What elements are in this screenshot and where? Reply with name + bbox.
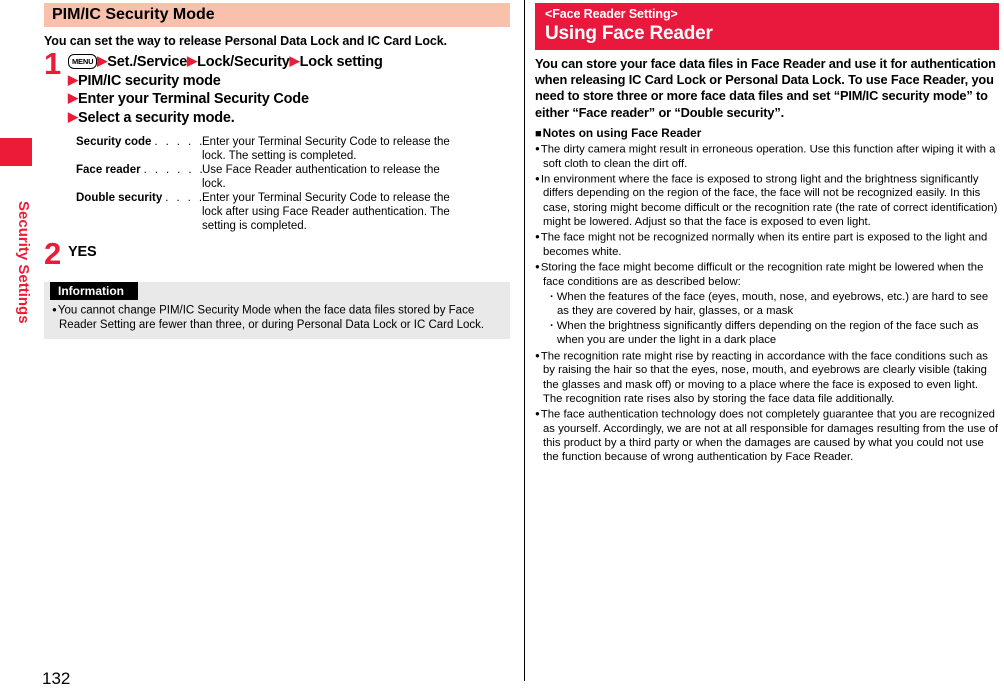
step-2-body: YES <box>68 243 510 262</box>
right-section-heading: Using Face Reader <box>545 23 713 44</box>
side-tab-color-block <box>0 138 32 166</box>
arrow-icon: ▶ <box>68 90 78 105</box>
step-1-item-3: Lock setting <box>299 54 383 70</box>
step-1-number: 1 <box>44 46 62 81</box>
note-item: The recognition rate might rise by react… <box>535 349 999 406</box>
step-2: 2 YES <box>44 238 510 269</box>
step-1-line-3: ▶Enter your Terminal Security Code <box>68 90 510 109</box>
step-1-item-6: Select a security mode. <box>78 109 235 126</box>
right-section-title-bar: <Face Reader Setting> Using Face Reader <box>535 3 999 50</box>
arrow-icon: ▶ <box>68 71 78 87</box>
definition-term: Face reader <box>76 164 141 176</box>
note-item: Storing the face might become difficult … <box>535 260 999 289</box>
filled-square-icon: ■ <box>535 127 542 140</box>
menu-key-icon[interactable]: MENU <box>68 53 98 69</box>
note-item: The face authentication technology does … <box>535 407 999 464</box>
notes-list: The dirty camera might result in erroneo… <box>535 142 999 464</box>
definition-description: Enter your Terminal Security Code to rel… <box>202 136 450 162</box>
note-sub-item: When the brightness significantly differ… <box>535 319 999 347</box>
security-mode-definition-list: Security code . . . . . Enter your Termi… <box>76 135 510 233</box>
definition-term: Security code <box>76 136 152 148</box>
page-number: 132 <box>42 669 71 688</box>
definition-face-reader: Face reader . . . . . . . Use Face Reade… <box>76 163 510 191</box>
right-section-intro-text: You can store your face data files in Fa… <box>535 56 996 120</box>
step-1-item-5: Enter your Terminal Security Code <box>78 91 309 107</box>
step-2-line-1: YES <box>68 244 97 260</box>
definition-description: Use Face Reader authentication to releas… <box>202 164 440 190</box>
arrow-icon: ▶ <box>289 53 300 68</box>
note-item: The face might not be recognized normall… <box>535 230 999 259</box>
step-1-item-1: Set./Service <box>107 54 188 70</box>
notes-heading: ■Notes on using Face Reader <box>535 126 999 141</box>
step-1-line-2: ▶PIM/IC security mode <box>68 72 510 91</box>
definition-term: Double security <box>76 192 163 204</box>
note-item: The dirty camera might result in erroneo… <box>535 142 999 171</box>
definition-description: Enter your Terminal Security Code to rel… <box>202 192 450 232</box>
right-column: <Face Reader Setting> Using Face Reader … <box>535 0 999 464</box>
information-item: You cannot change PIM/IC Security Mode w… <box>44 303 510 332</box>
side-tab: Security Settings <box>0 0 40 697</box>
side-tab-label: Security Settings <box>15 200 32 324</box>
information-box: Information You cannot change PIM/IC Sec… <box>44 282 510 339</box>
arrow-icon: ▶ <box>68 108 78 124</box>
definition-leader-dots: . . . . . . . <box>143 164 202 176</box>
notes-heading-label: Notes on using Face Reader <box>542 125 702 140</box>
note-sub-item: When the features of the face (eyes, mou… <box>535 290 999 318</box>
section-title-bar: PIM/IC Security Mode <box>44 3 510 27</box>
section-intro-text: You can set the way to release Personal … <box>44 34 447 48</box>
definition-leader-dots: . . . . <box>165 192 202 204</box>
section-title: PIM/IC Security Mode <box>52 6 215 23</box>
definition-leader-dots: . . . . . <box>154 136 202 148</box>
step-1-item-4: PIM/IC security mode <box>78 72 221 89</box>
column-divider <box>524 0 525 681</box>
note-item: In environment where the face is exposed… <box>535 172 999 229</box>
left-column: PIM/IC Security Mode You can set the way… <box>44 0 510 339</box>
information-tag: Information <box>50 282 138 300</box>
step-1-line-1: MENU ▶Set./Service▶Lock/Security▶Lock set… <box>68 53 510 72</box>
step-1-line-4: ▶Select a security mode. <box>68 109 510 128</box>
arrow-icon: ▶ <box>97 53 108 68</box>
right-section-eyebrow: <Face Reader Setting> <box>545 7 678 21</box>
definition-double-security: Double security . . . . Enter your Termi… <box>76 191 510 233</box>
step-1-body: MENU ▶Set./Service▶Lock/Security▶Lock set… <box>68 53 510 127</box>
step-2-number: 2 <box>44 236 62 271</box>
arrow-icon: ▶ <box>187 53 198 68</box>
step-1: 1 MENU ▶Set./Service▶Lock/Security▶Lock s… <box>44 48 510 127</box>
step-1-item-2: Lock/Security <box>197 54 290 70</box>
definition-security-code: Security code . . . . . Enter your Termi… <box>76 135 510 163</box>
